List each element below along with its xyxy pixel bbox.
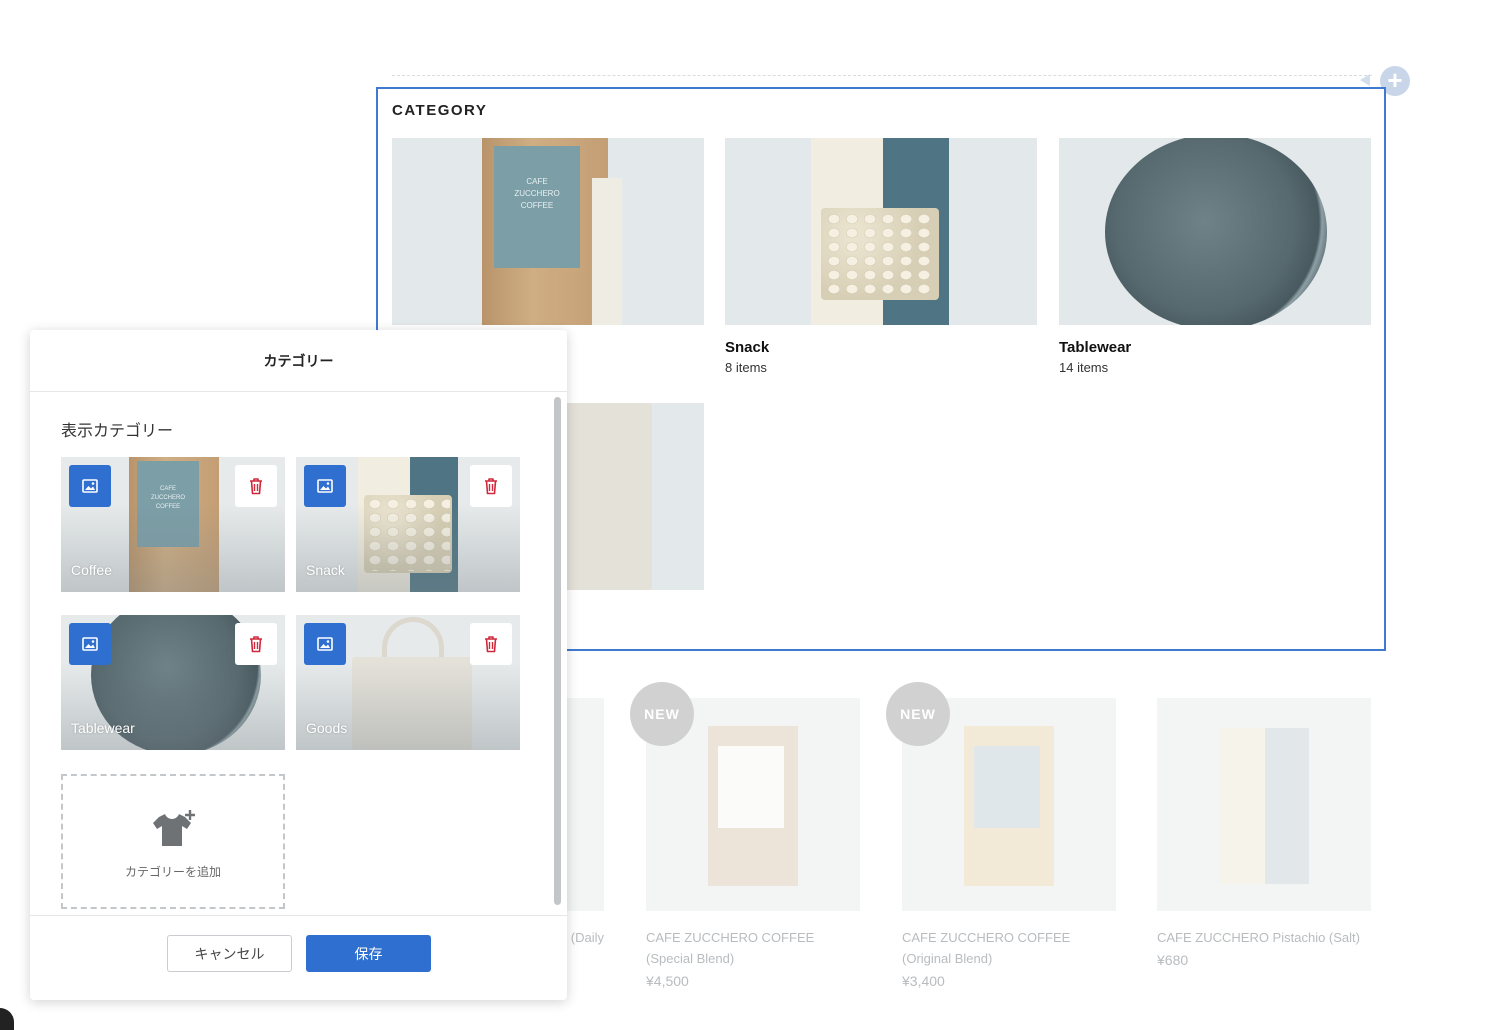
image-icon[interactable]: [304, 623, 346, 665]
category-tile-tablewear[interactable]: Tablewear: [61, 615, 285, 750]
page-canvas: + CATEGORY CAFE ZUCCHERO COFFEE Snack 8 it…: [0, 0, 1500, 1030]
tile-label: Goods: [306, 720, 348, 736]
save-button[interactable]: 保存: [306, 935, 431, 972]
new-badge: NEW: [886, 682, 950, 746]
product-price: ¥4,500: [646, 973, 689, 989]
cancel-button[interactable]: キャンセル: [167, 935, 292, 972]
category-name: Tablewear: [1059, 339, 1132, 356]
image-icon[interactable]: [69, 465, 111, 507]
trash-icon[interactable]: [470, 465, 512, 507]
image-icon[interactable]: [304, 465, 346, 507]
image-icon[interactable]: [69, 623, 111, 665]
display-categories-heading: 表示カテゴリー: [61, 423, 174, 440]
section-guide-line: [392, 75, 1372, 76]
product-name: CAFE ZUCCHERO COFFEE (Special Blend): [646, 930, 815, 966]
category-tile-coffee[interactable]: CAFEZUCCHEROCOFFEE Coffee: [61, 457, 285, 592]
product-name: CAFE ZUCCHERO Pistachio (Salt): [1157, 930, 1360, 945]
coffee-bag-image: CAFE ZUCCHERO COFFEE: [392, 138, 704, 325]
pistachio-pouch-image: [725, 138, 1037, 325]
category-tile-snack[interactable]: Snack: [296, 457, 520, 592]
trash-icon[interactable]: [235, 623, 277, 665]
product-name: CAFE ZUCCHERO COFFEE (Original Blend): [902, 930, 1071, 966]
modal-body: 表示カテゴリー CAFEZUCCHEROCOFFEE Coffee: [30, 393, 567, 915]
modal-scrollbar[interactable]: [554, 397, 561, 905]
section-title: CATEGORY: [392, 102, 488, 119]
new-badge: NEW: [630, 682, 694, 746]
category-card-coffee[interactable]: CAFE ZUCCHERO COFFEE: [392, 138, 704, 339]
plate-image: [1059, 138, 1371, 325]
trash-icon[interactable]: [235, 465, 277, 507]
shirt-plus-icon: [151, 808, 199, 853]
modal-title: カテゴリー: [30, 330, 567, 392]
window-corner: [0, 1008, 14, 1030]
product-card[interactable]: CAFE ZUCCHERO Pistachio (Salt) ¥680: [1157, 698, 1371, 968]
product-image: [1157, 698, 1371, 911]
product-price: ¥3,400: [902, 973, 945, 989]
category-count: 8 items: [725, 360, 767, 375]
tile-label: Tablewear: [71, 720, 135, 736]
trash-icon[interactable]: [470, 623, 512, 665]
modal-footer: キャンセル 保存: [30, 915, 567, 1000]
tile-label: Coffee: [71, 562, 112, 578]
category-count: 14 items: [1059, 360, 1109, 375]
category-modal: カテゴリー 表示カテゴリー CAFEZUCCHEROCOFFEE Coffee: [30, 330, 567, 1000]
category-name: Snack: [725, 339, 770, 356]
category-card-tablewear[interactable]: Tablewear 14 items: [1059, 138, 1371, 375]
category-card-snack[interactable]: Snack 8 items: [725, 138, 1037, 375]
category-tile-goods[interactable]: Goods: [296, 615, 520, 750]
add-category-button[interactable]: カテゴリーを追加: [61, 774, 285, 909]
tile-label: Snack: [306, 562, 345, 578]
add-section-arrow-icon: [1360, 74, 1370, 86]
add-category-label: カテゴリーを追加: [124, 865, 221, 879]
product-price: ¥680: [1157, 952, 1189, 968]
